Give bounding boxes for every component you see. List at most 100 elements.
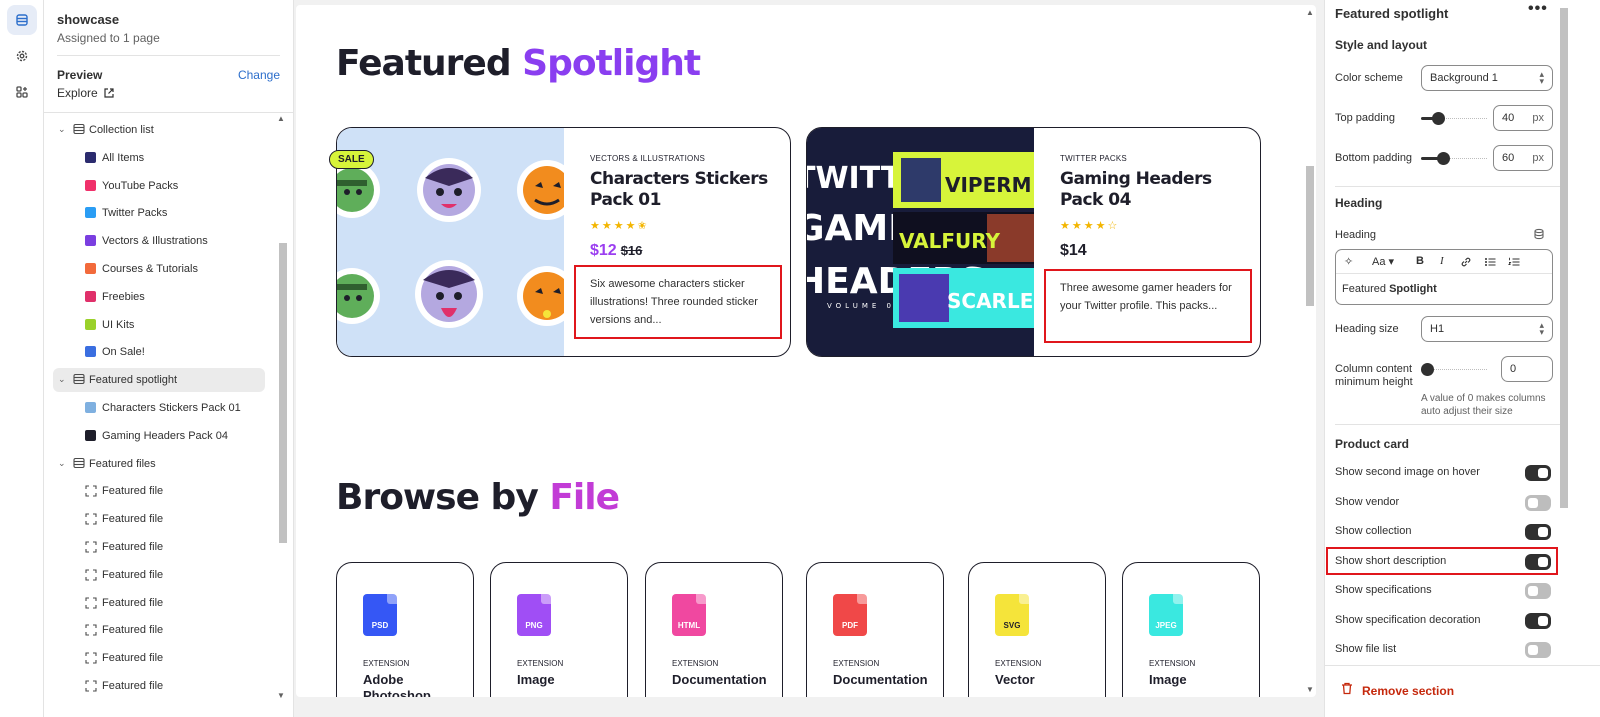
tree-item-label: Featured file	[102, 485, 164, 498]
toggle-switch[interactable]	[1525, 524, 1551, 540]
toggle-switch[interactable]	[1525, 612, 1551, 629]
theme-settings-nav-button[interactable]	[7, 41, 37, 71]
numbered-list-icon[interactable]	[1508, 256, 1520, 268]
tree-item-label: Featured spotlight	[89, 374, 178, 387]
chevron-down-icon[interactable]: ⌄	[58, 374, 66, 385]
compare-price: $16	[620, 243, 643, 258]
dynamic-source-icon[interactable]	[1533, 228, 1545, 240]
product-card[interactable]: VECTORS & ILLUSTRATIONS Characters Stick…	[336, 127, 791, 357]
file-type-card[interactable]: HTML EXTENSION Documentation	[645, 562, 783, 697]
product-title[interactable]: Characters Stickers Pack 01	[590, 169, 770, 211]
bold-icon[interactable]: B	[1416, 255, 1424, 267]
ai-generate-icon[interactable]: ✧	[1344, 255, 1353, 268]
heading-size-select[interactable]: H1 ▴ ▾	[1421, 316, 1553, 342]
explore-label: Explore	[57, 86, 98, 100]
color-scheme-select[interactable]: Background 1 ▴ ▾	[1421, 65, 1553, 91]
toggle-switch[interactable]	[1525, 465, 1551, 481]
bottom-padding-input[interactable]: 60 px	[1493, 145, 1553, 171]
bottom-padding-slider[interactable]	[1421, 152, 1487, 165]
link-icon[interactable]	[1460, 256, 1472, 268]
file-ext-label: EXTENSION	[995, 659, 1042, 668]
product-info: TWITTER PACKS Gaming Headers Pack 04 ★★★…	[1060, 154, 1240, 260]
tree-block-featured-file[interactable]: Featured file	[44, 479, 279, 503]
tree-block-ui-kits[interactable]: UI Kits	[44, 313, 279, 337]
italic-icon[interactable]: I	[1440, 255, 1444, 267]
tree-block-all-items[interactable]: All Items	[44, 146, 279, 170]
sections-nav-button[interactable]	[7, 5, 37, 35]
block-thumbnail	[85, 235, 96, 247]
tree-block-on-sale-[interactable]: On Sale!	[44, 340, 279, 364]
toggle-switch[interactable]	[1525, 583, 1551, 599]
tree-item-label: Featured file	[102, 680, 164, 692]
column-min-height-input[interactable]: 0	[1501, 356, 1553, 382]
file-type-card[interactable]: PDF EXTENSION Documentation	[806, 562, 944, 697]
top-padding-input[interactable]: 40 px	[1493, 105, 1553, 131]
top-padding-slider[interactable]	[1421, 112, 1487, 125]
bottom-padding-value: 60	[1502, 152, 1515, 164]
product-card[interactable]: TWITTER GAMING HEADERS VOLUME 04 VIPERM …	[806, 127, 1261, 357]
slider-handle[interactable]	[1421, 363, 1434, 376]
sections-scrollbar[interactable]	[279, 243, 287, 543]
tree-block-vectors-illustrations[interactable]: Vectors & Illustrations	[44, 229, 279, 253]
slider-handle[interactable]	[1432, 112, 1445, 125]
file-type-card[interactable]: SVG EXTENSION Vector	[968, 562, 1106, 697]
column-min-height-slider[interactable]	[1421, 363, 1487, 376]
tree-block-featured-file[interactable]: Featured file	[44, 674, 279, 698]
short-description: Six awesome characters sticker illustrat…	[574, 265, 782, 339]
tree-section-collection-list[interactable]: ⌄ Collection list	[44, 118, 279, 142]
settings-scrollbar[interactable]	[1560, 8, 1568, 508]
change-preview-link[interactable]: Change	[238, 68, 280, 82]
chevron-down-icon[interactable]: ⌄	[58, 124, 66, 135]
color-scheme-value: Background 1	[1430, 72, 1498, 84]
more-actions-button[interactable]: •••	[1528, 0, 1548, 18]
setting-toggle-row: Show specifications	[1325, 579, 1561, 603]
tree-block-youtube-packs[interactable]: YouTube Packs	[44, 174, 279, 198]
tree-block-twitter-packs[interactable]: Twitter Packs	[44, 201, 279, 225]
tree-block-featured-file[interactable]: Featured file	[44, 618, 279, 642]
explore-link[interactable]: Explore	[44, 82, 293, 100]
tree-block-freebies[interactable]: Freebies	[44, 285, 279, 309]
preview-scrollbar[interactable]: ▲ ▼	[1305, 8, 1315, 698]
apps-nav-button[interactable]	[7, 77, 37, 107]
scroll-down-arrow[interactable]: ▼	[277, 691, 285, 700]
text-style-dropdown-icon[interactable]: Aa ▾	[1372, 255, 1394, 268]
block-thumbnail	[85, 346, 96, 358]
tree-block-featured-file[interactable]: Featured file	[44, 507, 279, 531]
file-icon: PDF	[833, 594, 867, 636]
tree-block-gaming-headers-pack-04[interactable]: Gaming Headers Pack 04	[44, 424, 279, 448]
heading-richtext-editor[interactable]: ✧ Aa ▾ B I Featured Spotlight	[1335, 249, 1553, 305]
style-layout-heading: Style and layout	[1335, 38, 1428, 52]
product-title[interactable]: Gaming Headers Pack 04	[1060, 169, 1240, 211]
tree-block-featured-file[interactable]: Featured file	[44, 646, 279, 670]
tree-section-featured-spotlight[interactable]: ⌄ Featured spotlight	[53, 368, 265, 393]
tree-block-characters-stickers-pack-01[interactable]: Characters Stickers Pack 01	[44, 396, 279, 420]
tree-block-courses-tutorials[interactable]: Courses & Tutorials	[44, 257, 279, 281]
file-type-card[interactable]: JPEG EXTENSION Image	[1122, 562, 1260, 697]
tree-block-featured-file[interactable]: Featured file	[44, 591, 279, 615]
slider-handle[interactable]	[1437, 152, 1450, 165]
tree-section-featured-files[interactable]: ⌄ Featured files	[44, 452, 279, 476]
scroll-down-arrow[interactable]: ▼	[1306, 685, 1314, 694]
heading-field-label: Heading	[1335, 229, 1376, 241]
file-type-card[interactable]: PNG EXTENSION Image	[490, 562, 628, 697]
bullet-list-icon[interactable]	[1484, 256, 1496, 268]
unit-label: px	[1532, 112, 1544, 124]
toggle-switch[interactable]	[1525, 642, 1551, 658]
scroll-up-arrow[interactable]: ▲	[1306, 8, 1314, 17]
block-thumbnail	[85, 429, 96, 441]
chevron-down-icon[interactable]: ⌄	[58, 458, 66, 469]
scroll-up-arrow[interactable]: ▲	[277, 114, 285, 123]
tree-block-featured-file[interactable]: Featured file	[44, 535, 279, 559]
preview-label: Preview	[57, 68, 103, 82]
block-thumbnail	[85, 151, 96, 163]
file-type-card[interactable]: PSD EXTENSION Adobe Photoshop	[336, 562, 474, 697]
toggle-switch[interactable]	[1525, 494, 1551, 511]
heading-accent-text: File	[549, 477, 620, 518]
heading-richtext-content[interactable]: Featured Spotlight	[1342, 283, 1437, 295]
scrollbar-thumb[interactable]	[1306, 166, 1314, 306]
remove-section-button[interactable]: Remove section	[1325, 665, 1600, 717]
storefront-preview: Featured Spotlight VECTORS & ILLUSTRATIO…	[296, 5, 1316, 697]
tree-item-label: Featured file	[102, 624, 164, 637]
product-collection: TWITTER PACKS	[1060, 154, 1127, 163]
tree-block-featured-file[interactable]: Featured file	[44, 563, 279, 587]
